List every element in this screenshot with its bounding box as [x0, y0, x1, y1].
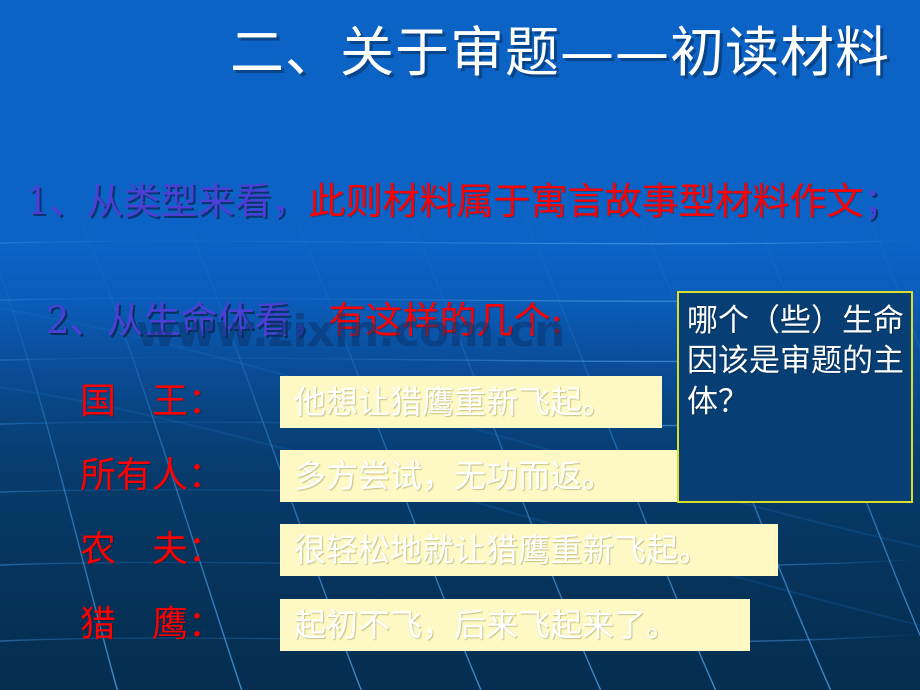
statement-box: 他想让猎鹰重新飞起。: [280, 376, 662, 428]
character-label: 农 夫：: [80, 529, 225, 570]
body-line-1-highlight: 此则材料属于寓言故事型材料作文: [308, 180, 864, 223]
statement-text: 很轻松地就让猎鹰重新飞起。: [294, 531, 711, 569]
character-label: 猎 鹰：: [80, 604, 225, 645]
statement-box: 多方尝试，无功而返。: [280, 450, 678, 502]
slide-title: 二、关于审题——初读材料: [230, 21, 890, 84]
statement-text: 他想让猎鹰重新飞起。: [294, 383, 615, 421]
character-label: 国 王：: [80, 381, 225, 422]
character-label: 所有人：: [80, 455, 225, 496]
body-line-1-tail: ；: [863, 180, 901, 223]
question-callout-box: 哪个（些）生命因该是审题的主体？: [677, 291, 913, 503]
statement-text: 起初不飞，后来飞起来了。: [294, 606, 679, 644]
body-line-2-lead: 2、从生命体看，: [46, 299, 329, 342]
question-callout-text: 哪个（些）生命因该是审题的主体？: [687, 303, 904, 420]
statement-text: 多方尝试，无功而返。: [294, 457, 615, 495]
body-line-2: 2、从生命体看，有这样的几个:: [46, 299, 686, 343]
presentation-slide: 二、关于审题——初读材料 1、从类型来看，此则材料属于寓言故事型材料作文； 2、…: [0, 0, 920, 690]
body-line-1: 1、从类型来看，此则材料属于寓言故事型材料作文；: [26, 180, 904, 224]
body-line-1-lead: 1、从类型来看，: [26, 180, 309, 223]
body-line-2-highlight: 有这样的几个:: [328, 299, 564, 342]
statement-box: 很轻松地就让猎鹰重新飞起。: [280, 524, 778, 576]
statement-box: 起初不飞，后来飞起来了。: [280, 599, 750, 651]
